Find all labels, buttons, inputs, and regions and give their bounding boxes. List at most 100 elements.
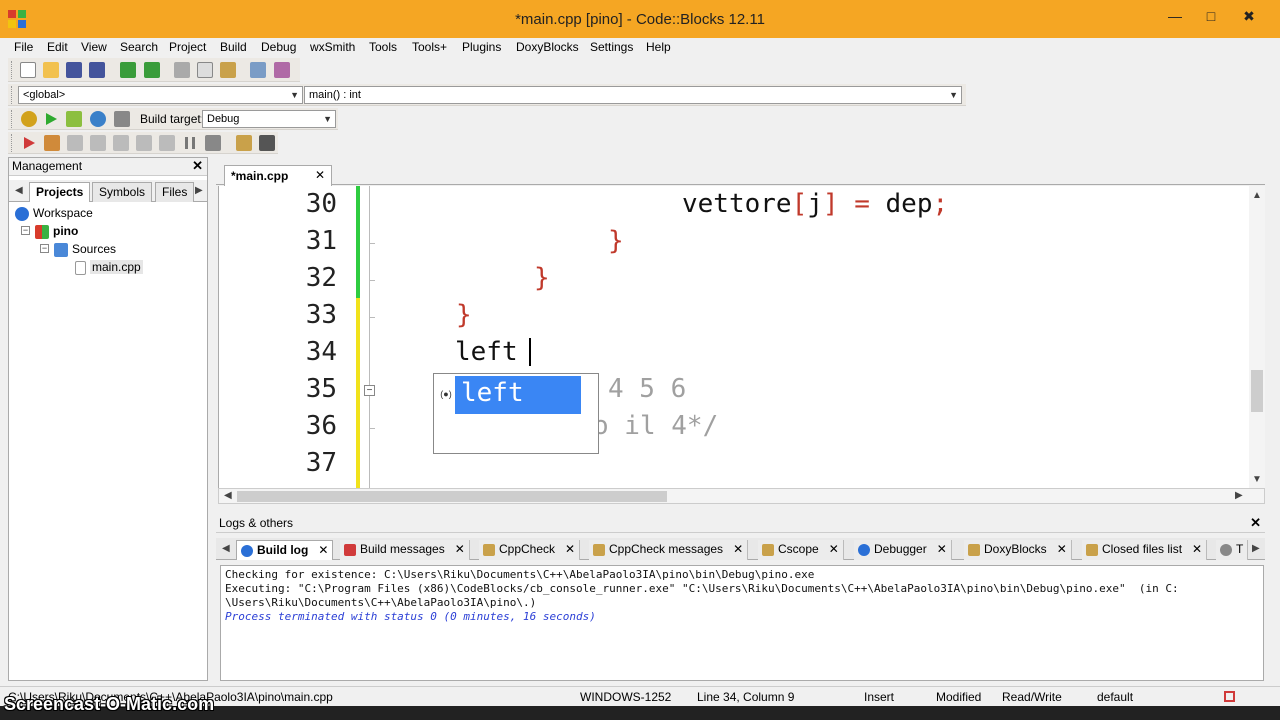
- close-tab-icon[interactable]: ✕: [565, 542, 575, 556]
- step-into-icon[interactable]: [90, 135, 106, 151]
- tab-scroll-right-icon[interactable]: ▶: [195, 185, 203, 196]
- menu-tools-plus[interactable]: Tools+: [412, 40, 447, 54]
- autocomplete-item[interactable]: left: [455, 376, 581, 414]
- redo-icon[interactable]: [144, 62, 160, 78]
- run-icon[interactable]: [43, 111, 59, 127]
- close-tab-icon[interactable]: ✕: [733, 542, 743, 556]
- tab-files[interactable]: Files: [155, 182, 195, 202]
- tab-truncated[interactable]: T: [1216, 540, 1248, 560]
- rebuild-icon[interactable]: [90, 111, 106, 127]
- new-file-icon[interactable]: [20, 62, 36, 78]
- tab-scroll-left-icon[interactable]: ◀: [15, 185, 23, 196]
- editor-vertical-scrollbar[interactable]: ▲ ▼: [1249, 186, 1265, 488]
- close-tab-icon[interactable]: ✕: [315, 168, 325, 182]
- next-instruction-icon[interactable]: [136, 135, 152, 151]
- menu-tools[interactable]: Tools: [369, 40, 397, 54]
- find-icon[interactable]: [250, 62, 266, 78]
- build-and-run-icon[interactable]: [66, 111, 82, 127]
- close-tab-icon[interactable]: ✕: [829, 542, 839, 556]
- logs-close-button[interactable]: ✕: [1250, 515, 1261, 531]
- build-log-output[interactable]: Checking for existence: C:\Users\Riku\Do…: [220, 565, 1264, 681]
- undo-icon[interactable]: [120, 62, 136, 78]
- next-line-icon[interactable]: [67, 135, 83, 151]
- replace-icon[interactable]: [274, 62, 290, 78]
- menu-plugins[interactable]: Plugins: [462, 40, 501, 54]
- menu-settings[interactable]: Settings: [590, 40, 633, 54]
- chevron-down-icon: ▼: [290, 90, 299, 100]
- toolbar-grip[interactable]: [11, 86, 14, 104]
- tab-build-log[interactable]: Build log ✕: [236, 540, 334, 560]
- pause-icon[interactable]: [182, 135, 198, 151]
- tab-doxyblocks[interactable]: DoxyBlocks ✕: [964, 540, 1072, 560]
- various-info-icon[interactable]: [259, 135, 275, 151]
- menu-search[interactable]: Search: [120, 40, 158, 54]
- close-window-button[interactable]: ✖: [1234, 6, 1264, 28]
- tab-cppcheck-messages[interactable]: CppCheck messages ✕: [589, 540, 749, 560]
- menu-wxsmith[interactable]: wxSmith: [310, 40, 355, 54]
- tab-projects[interactable]: Projects: [29, 182, 91, 202]
- scope-select[interactable]: <global> ▼: [18, 86, 303, 104]
- tree-file-main-cpp[interactable]: main.cpp: [75, 259, 143, 275]
- step-into-instruction-icon[interactable]: [159, 135, 175, 151]
- debug-start-icon[interactable]: [21, 135, 37, 151]
- close-tab-icon[interactable]: ✕: [455, 542, 465, 556]
- tab-cscope[interactable]: Cscope ✕: [758, 540, 844, 560]
- fold-toggle-icon[interactable]: −: [364, 385, 375, 396]
- menu-edit[interactable]: Edit: [47, 40, 68, 54]
- menu-build[interactable]: Build: [220, 40, 247, 54]
- build-target-select[interactable]: Debug ▼: [202, 110, 336, 128]
- tree-expander-sources[interactable]: −: [40, 244, 49, 253]
- menu-help[interactable]: Help: [646, 40, 671, 54]
- run-to-cursor-icon[interactable]: [44, 135, 60, 151]
- menu-doxyblocks[interactable]: DoxyBlocks: [516, 40, 579, 54]
- tree-folder-sources[interactable]: Sources: [54, 241, 116, 257]
- tab-build-messages[interactable]: Build messages ✕: [340, 540, 470, 560]
- menu-project[interactable]: Project: [169, 40, 206, 54]
- tree-workspace[interactable]: Workspace: [15, 205, 93, 221]
- paste-icon[interactable]: [220, 62, 236, 78]
- close-tab-icon[interactable]: ✕: [1192, 542, 1202, 556]
- copy-icon[interactable]: [197, 62, 213, 78]
- menu-view[interactable]: View: [81, 40, 107, 54]
- stop-debugger-icon[interactable]: [205, 135, 221, 151]
- step-out-icon[interactable]: [113, 135, 129, 151]
- menu-debug[interactable]: Debug: [261, 40, 296, 54]
- scroll-left-icon[interactable]: ◀: [224, 490, 232, 501]
- tree-project-pino[interactable]: pino: [35, 223, 78, 239]
- tab-debugger[interactable]: Debugger ✕: [854, 540, 952, 560]
- vertical-scroll-thumb[interactable]: [1251, 370, 1263, 412]
- tab-cppcheck[interactable]: CppCheck ✕: [479, 540, 581, 560]
- tab-scroll-right-icon[interactable]: ▶: [1252, 543, 1260, 554]
- scroll-down-icon[interactable]: ▼: [1252, 474, 1262, 485]
- minimize-button[interactable]: —: [1160, 6, 1190, 28]
- toolbar-grip[interactable]: [11, 61, 14, 79]
- close-tab-icon[interactable]: ✕: [937, 542, 947, 556]
- function-select[interactable]: main() : int ▼: [304, 86, 962, 104]
- tab-main-cpp[interactable]: *main.cpp ✕: [224, 165, 332, 186]
- close-tab-icon[interactable]: ✕: [1057, 542, 1067, 556]
- line-number: 35: [305, 374, 337, 404]
- abort-icon[interactable]: [114, 111, 130, 127]
- tab-symbols[interactable]: Symbols: [92, 182, 153, 202]
- code-line-30: vettore[j] = dep;: [682, 189, 948, 219]
- maximize-button[interactable]: □: [1196, 6, 1226, 28]
- save-all-icon[interactable]: [89, 62, 105, 78]
- scroll-up-icon[interactable]: ▲: [1252, 190, 1262, 201]
- tree-expander-project[interactable]: −: [21, 226, 30, 235]
- scroll-right-icon[interactable]: ▶: [1235, 490, 1243, 501]
- code-editor[interactable]: 30 31 32 33 34 35 36 37 − vettore[j] = d…: [218, 186, 1265, 488]
- open-folder-icon[interactable]: [43, 62, 59, 78]
- tab-scroll-left-icon[interactable]: ◀: [222, 543, 230, 554]
- save-icon[interactable]: [66, 62, 82, 78]
- tab-closed-files-list[interactable]: Closed files list ✕: [1082, 540, 1208, 560]
- debug-windows-icon[interactable]: [236, 135, 252, 151]
- editor-horizontal-scrollbar[interactable]: ◀ ▶: [218, 488, 1265, 504]
- cut-icon[interactable]: [174, 62, 190, 78]
- build-gear-icon[interactable]: [21, 111, 37, 127]
- menu-file[interactable]: File: [14, 40, 33, 54]
- toolbar-grip[interactable]: [11, 110, 14, 128]
- close-tab-icon[interactable]: ✕: [318, 543, 328, 557]
- management-close-button[interactable]: ✕: [192, 158, 203, 174]
- horizontal-scroll-thumb[interactable]: [237, 491, 667, 502]
- toolbar-grip[interactable]: [11, 134, 14, 152]
